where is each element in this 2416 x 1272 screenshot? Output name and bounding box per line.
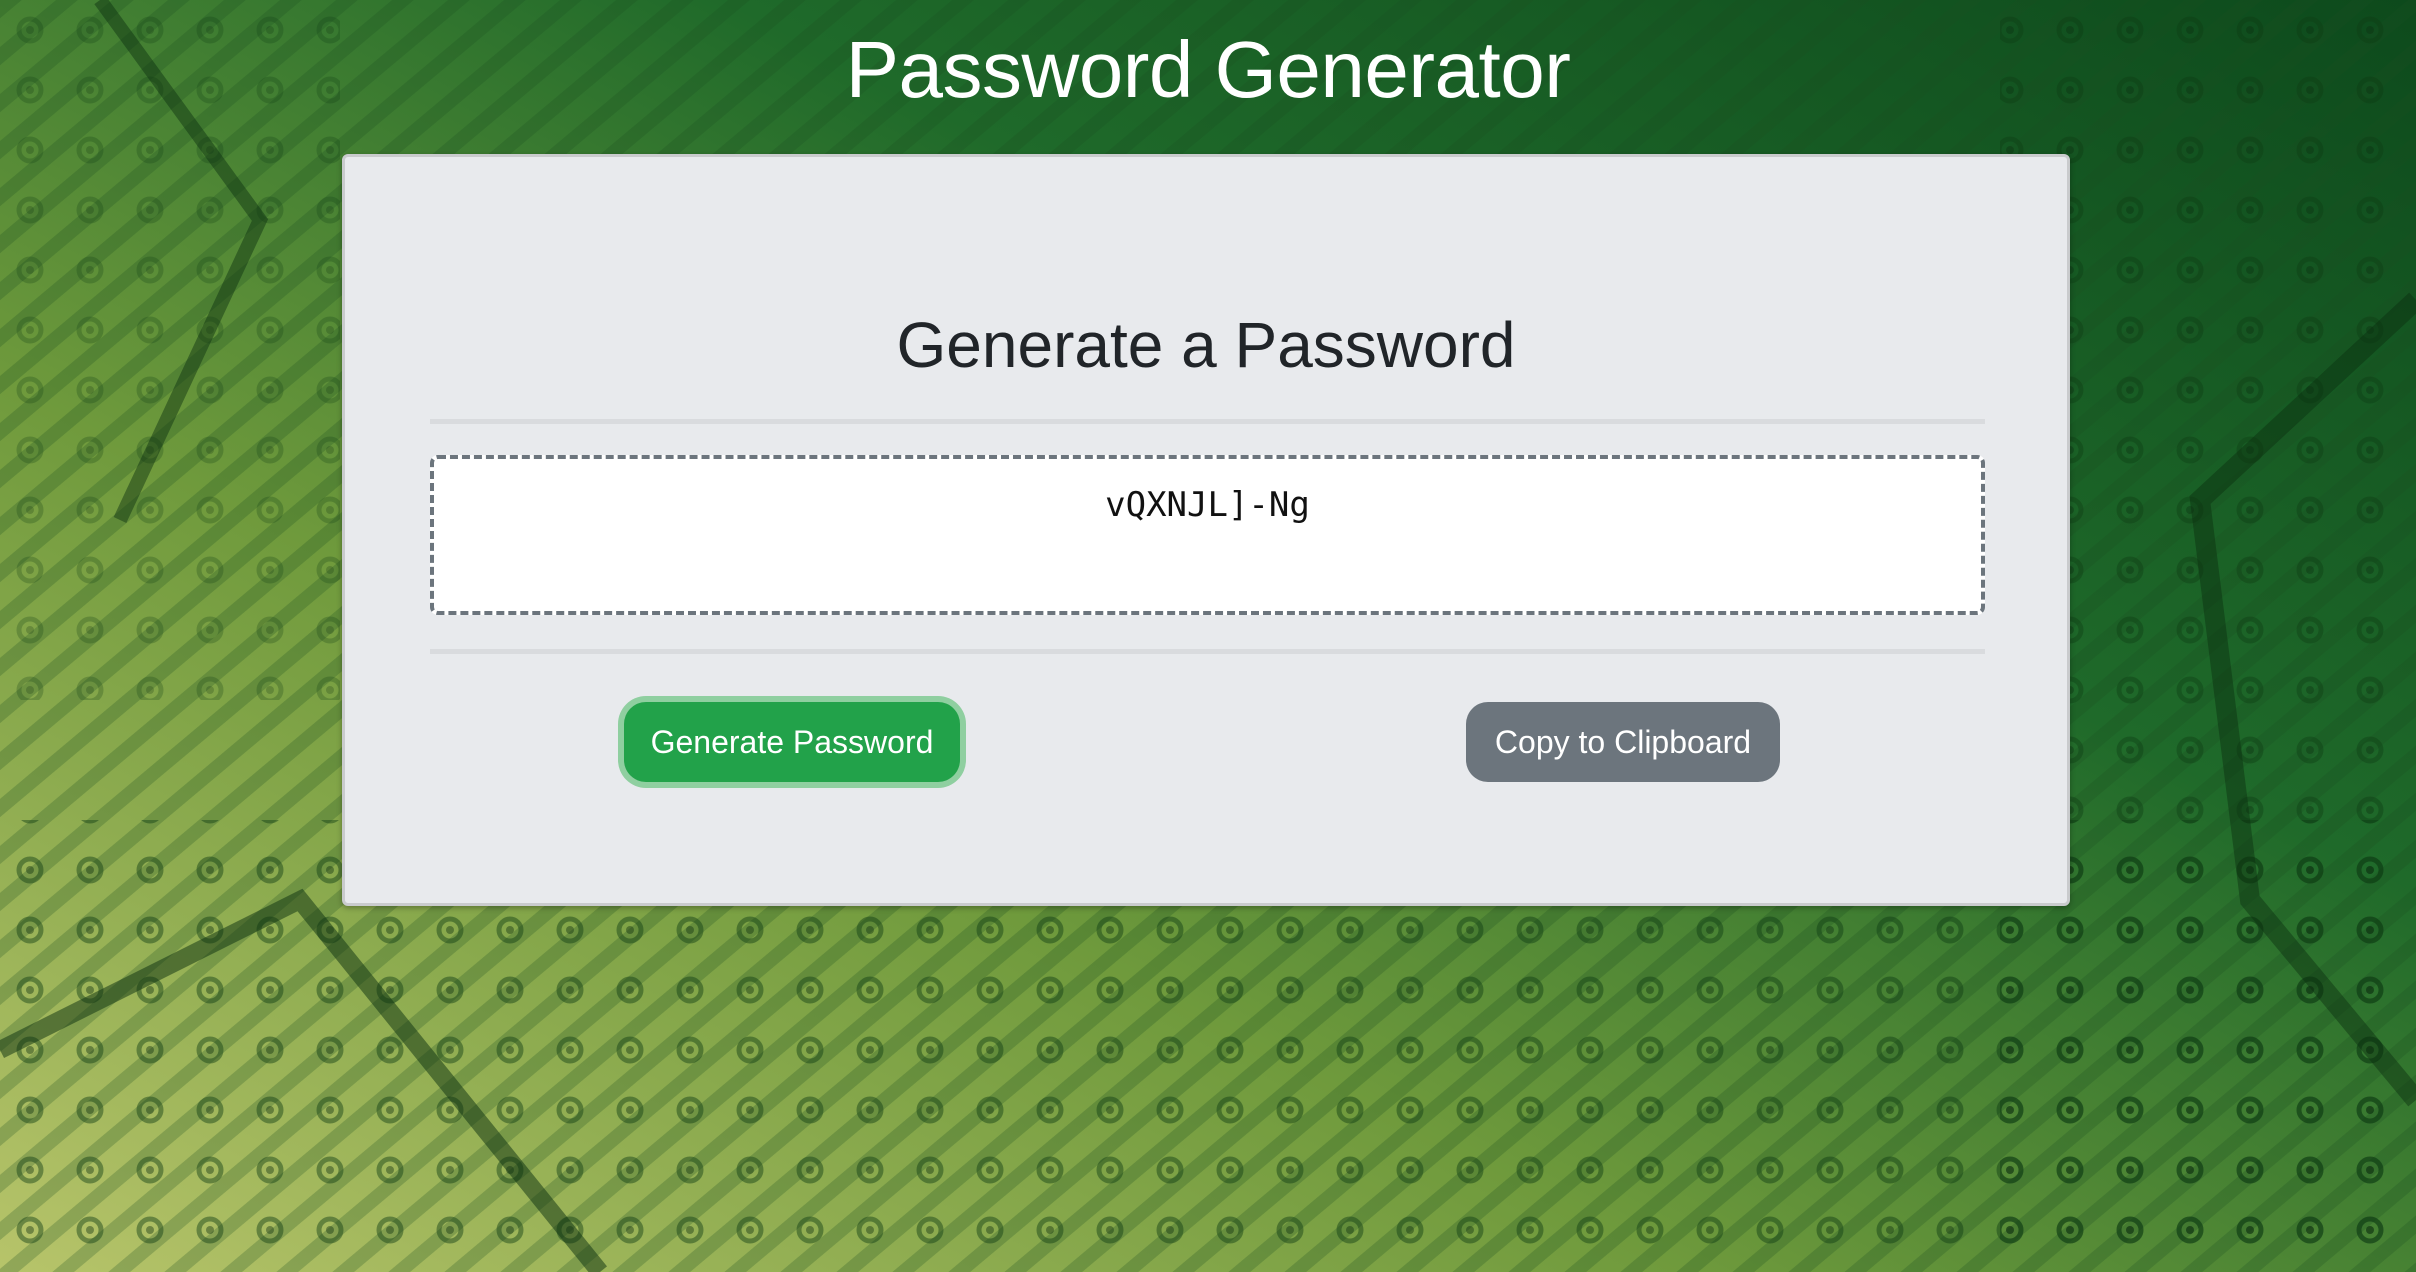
copy-to-clipboard-button[interactable]: Copy to Clipboard — [1466, 702, 1780, 782]
generate-password-button[interactable]: Generate Password — [624, 702, 960, 782]
page-title: Password Generator — [845, 25, 1571, 114]
card-footer-divider — [430, 649, 1985, 654]
password-output-field[interactable]: vQXNJL]-Ng — [430, 455, 1985, 615]
card-header-divider — [430, 419, 1985, 424]
card-heading: Generate a Password — [896, 309, 1516, 381]
password-generator-card: Generate a Password vQXNJL]-Ng Generate … — [342, 154, 2070, 906]
